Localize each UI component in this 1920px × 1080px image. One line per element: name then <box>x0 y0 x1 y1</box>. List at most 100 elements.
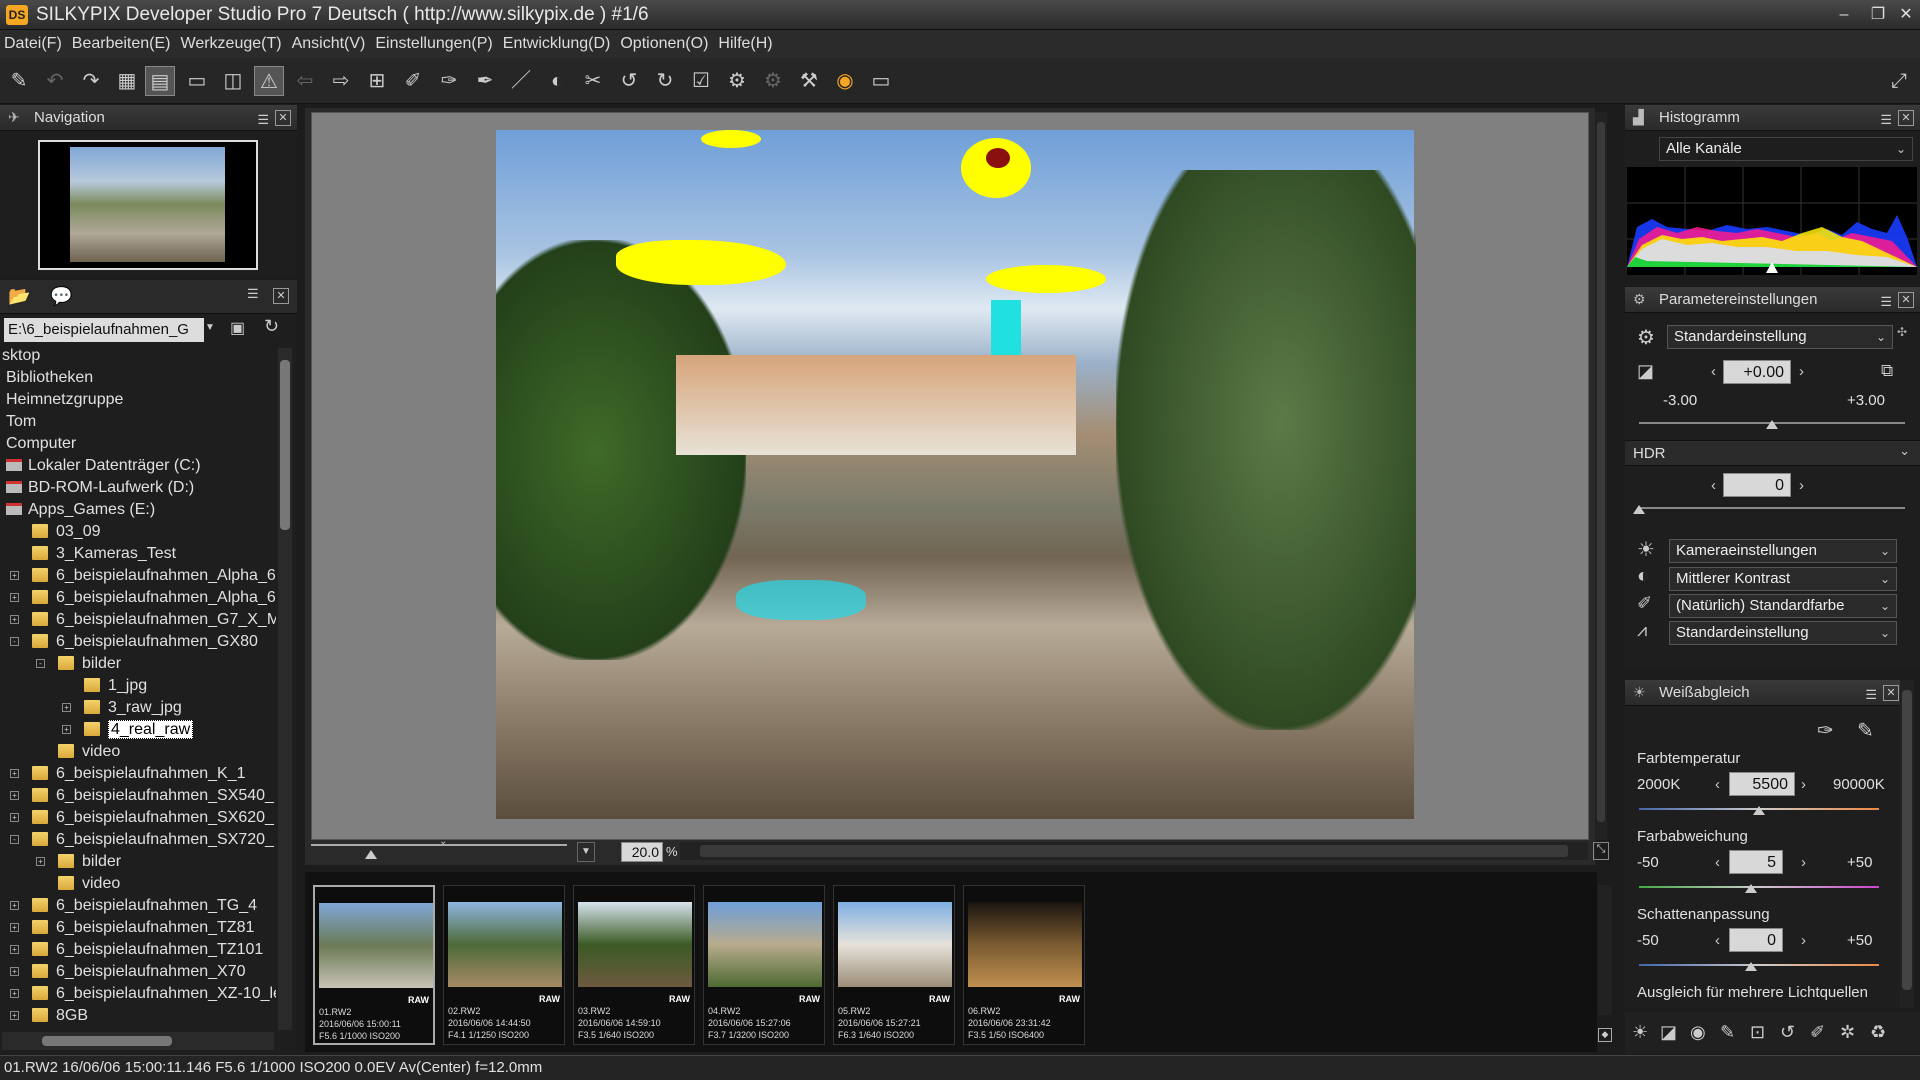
decrement-icon[interactable]: ‹ <box>1715 854 1720 871</box>
check-icon[interactable]: ☑ <box>686 66 716 96</box>
increment-icon[interactable]: › <box>1799 477 1804 494</box>
increment-icon[interactable]: › <box>1801 854 1806 871</box>
tree-item[interactable]: 03_09 <box>0 521 276 543</box>
tree-item[interactable]: +6_beispielaufnahmen_X70 <box>0 961 276 983</box>
tree-item[interactable]: video <box>0 741 276 763</box>
viewer-hscrollbar[interactable] <box>680 842 1588 860</box>
panel-close-icon[interactable]: ✕ <box>273 288 289 304</box>
filmstrip-view-icon[interactable]: ▤ <box>145 66 175 96</box>
close-button[interactable]: ✕ <box>1894 4 1918 26</box>
path-input[interactable]: E:\6_beispielaufnahmen_G <box>4 318 204 342</box>
tree-item[interactable]: BD-ROM-Laufwerk (D:) <box>0 477 276 499</box>
batch-settings-icon[interactable]: ⚙ <box>722 66 752 96</box>
exposure-slider-knob[interactable] <box>1766 420 1778 429</box>
filmstrip-thumbnail[interactable]: RAW 03.RW2 2016/06/06 14:59:10 F3.5 1/640 I… <box>573 885 695 1045</box>
decrement-icon[interactable]: ‹ <box>1711 363 1716 380</box>
expand-icon[interactable]: + <box>10 901 19 910</box>
fullscreen-icon[interactable]: ⤢ <box>1884 66 1914 96</box>
batch-develop-icon[interactable]: ⚙ <box>758 66 788 96</box>
tree-item[interactable]: +4_real_raw <box>0 719 276 741</box>
redo-icon[interactable]: ↷ <box>76 66 106 96</box>
tree-item[interactable]: +6_beispielaufnahmen_Alpha_6 <box>0 587 276 609</box>
tree-item[interactable]: Computer <box>0 433 276 455</box>
ds-icon[interactable]: ◉ <box>830 66 860 96</box>
tree-item[interactable]: Bibliotheken <box>0 367 276 389</box>
right-panel-scrollbar[interactable] <box>1900 680 1914 1008</box>
rotate-tab-icon[interactable]: ↺ <box>1780 1022 1795 1043</box>
decrement-icon[interactable]: ‹ <box>1715 776 1720 793</box>
expand-icon[interactable]: + <box>10 1011 19 1020</box>
panel-menu-icon[interactable]: ☰ <box>257 107 269 133</box>
tools-icon[interactable]: ⚒ <box>794 66 824 96</box>
filmstrip-thumbnail[interactable]: RAW 06.RW2 2016/06/06 23:31:42 F3.5 1/50 IS… <box>963 885 1085 1045</box>
menu-optionen[interactable]: Optionen(O) <box>616 30 712 58</box>
filmstrip-scrollbar[interactable] <box>1598 885 1612 1015</box>
grid-view-icon[interactable]: ▦ <box>112 66 142 96</box>
expand-icon[interactable]: + <box>10 945 19 954</box>
increment-icon[interactable]: › <box>1801 932 1806 949</box>
fit-icon[interactable]: ⤡ <box>1593 842 1609 860</box>
menu-einstellungen[interactable]: Einstellungen(P) <box>371 30 496 58</box>
tree-item[interactable]: Lokaler Datenträger (C:) <box>0 455 276 477</box>
cut-icon[interactable]: ✂ <box>578 66 608 96</box>
sharp-tab-icon[interactable]: ✎ <box>1720 1022 1735 1043</box>
tree-item[interactable]: +6_beispielaufnahmen_K_1 <box>0 763 276 785</box>
sharpness-select[interactable]: Standardeinstellung ⌄ <box>1669 621 1897 645</box>
expand-icon[interactable]: + <box>10 967 19 976</box>
menu-entwicklung[interactable]: Entwicklung(D) <box>499 30 615 58</box>
increment-icon[interactable]: › <box>1801 776 1806 793</box>
panel-menu-icon[interactable]: ☰ <box>1865 682 1877 708</box>
folder-up-icon[interactable]: ▣ <box>230 318 245 338</box>
brush-icon[interactable]: ／ <box>506 66 536 96</box>
expand-icon[interactable]: + <box>10 593 19 602</box>
collapse-icon[interactable]: - <box>36 659 45 668</box>
compare-view-icon[interactable]: ◫ <box>218 66 248 96</box>
back-icon[interactable]: ⇦ <box>290 66 320 96</box>
filmstrip-thumbnail[interactable]: RAW 04.RW2 2016/06/06 15:27:06 F3.7 1/3200 … <box>703 885 825 1045</box>
expand-icon[interactable]: + <box>10 989 19 998</box>
menu-hilfe[interactable]: Hilfe(H) <box>714 30 776 58</box>
brush-tab-icon[interactable]: ✐ <box>1810 1022 1825 1043</box>
panel-menu-icon[interactable]: ☰ <box>247 286 259 302</box>
auto-exposure-icon[interactable]: ⧉ <box>1881 361 1893 381</box>
expand-icon[interactable]: + <box>62 703 71 712</box>
tree-item[interactable]: +6_beispielaufnahmen_TZ81 <box>0 917 276 939</box>
eraser-icon[interactable]: ✎ <box>4 66 34 96</box>
crop-icon[interactable]: ⊞ <box>362 66 392 96</box>
tint-value[interactable]: 5 <box>1729 850 1783 874</box>
expand-icon[interactable]: + <box>10 791 19 800</box>
tone-tab-icon[interactable]: ◪ <box>1660 1022 1677 1043</box>
tree-item[interactable]: +6_beispielaufnahmen_TZ101 <box>0 939 276 961</box>
navigation-preview[interactable] <box>38 140 258 270</box>
temp-slider-knob[interactable] <box>1753 806 1765 815</box>
tint-slider-knob[interactable] <box>1745 884 1757 893</box>
panel-menu-icon[interactable]: ☰ <box>1880 107 1892 133</box>
channel-select[interactable]: Alle Kanäle ⌄ <box>1659 137 1913 161</box>
tree-item[interactable]: - 6_beispielaufnahmen_SX720_ <box>0 829 276 851</box>
menu-bearbeiten[interactable]: Bearbeiten(E) <box>68 30 175 58</box>
warning-icon[interactable]: ⚠ <box>254 66 284 96</box>
folder-tab-icon[interactable]: 📂 <box>8 286 30 307</box>
tree-item[interactable]: - bilder <box>0 653 276 675</box>
camera-select[interactable]: Kameraeinstellungen ⌄ <box>1669 539 1897 563</box>
collapse-icon[interactable]: - <box>10 835 19 844</box>
zoom-value[interactable]: 20.0 <box>621 842 663 862</box>
contrast-select[interactable]: Mittlerer Kontrast ⌄ <box>1669 567 1897 591</box>
tree-item[interactable]: +8GB <box>0 1005 276 1027</box>
zoom-dropdown-icon[interactable]: ▼ <box>577 842 595 862</box>
shadow-value[interactable]: 0 <box>1729 928 1783 952</box>
spot-tool-icon[interactable]: ✒ <box>470 66 500 96</box>
tree-item[interactable]: Heimnetzgruppe <box>0 389 276 411</box>
tree-item[interactable]: +6_beispielaufnahmen_SX620_ <box>0 807 276 829</box>
color-tab-icon[interactable]: ◉ <box>1690 1022 1706 1043</box>
tree-item[interactable]: 3_Kameras_Test <box>0 543 276 565</box>
expand-icon[interactable]: + <box>10 769 19 778</box>
decrement-icon[interactable]: ‹ <box>1715 932 1720 949</box>
panel-close-icon[interactable]: ✕ <box>1898 110 1914 126</box>
panel-close-icon[interactable]: ✕ <box>275 110 291 126</box>
tint-slider[interactable] <box>1639 886 1879 888</box>
expand-icon[interactable]: + <box>10 813 19 822</box>
panel-close-icon[interactable]: ✕ <box>1898 292 1914 308</box>
shadow-slider-knob[interactable] <box>1745 962 1757 971</box>
tree-item[interactable]: +3_raw_jpg <box>0 697 276 719</box>
